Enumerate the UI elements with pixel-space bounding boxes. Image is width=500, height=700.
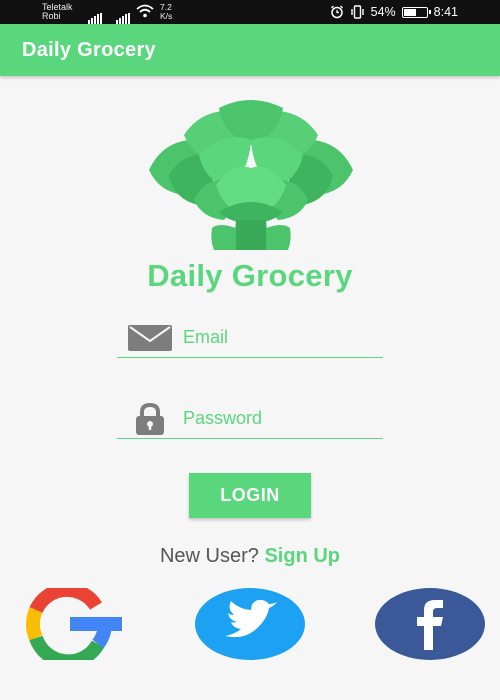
email-field[interactable]	[117, 316, 383, 358]
signal-icon	[88, 6, 103, 24]
signup-row: New User? Sign Up	[0, 545, 500, 568]
email-input[interactable]	[183, 322, 379, 352]
password-input[interactable]	[183, 403, 379, 433]
clock: 8:41	[433, 5, 458, 19]
envelope-icon	[127, 322, 173, 354]
app-bar: Daily Grocery	[0, 24, 500, 76]
google-icon[interactable]	[14, 588, 124, 660]
facebook-icon[interactable]	[375, 588, 485, 660]
vibrate-icon	[350, 5, 364, 19]
alarm-icon	[330, 5, 343, 19]
sign-up-link[interactable]: Sign Up	[264, 545, 340, 567]
artichoke-logo	[149, 100, 353, 250]
wifi-icon	[136, 4, 154, 18]
app-name-heading: Daily Grocery	[147, 258, 353, 293]
speed-unit: K/s	[160, 11, 173, 21]
twitter-icon[interactable]	[195, 588, 305, 660]
carrier-labels: Teletalk Robi	[42, 3, 73, 21]
battery-percent: 54%	[370, 5, 396, 19]
battery-icon	[401, 6, 431, 18]
signup-prompt: New User?	[159, 545, 259, 567]
status-bar: Teletalk Robi 7.2 K/s 54% 8:41	[0, 0, 500, 24]
login-button[interactable]: LOGIN	[189, 473, 311, 518]
app-bar-title: Daily Grocery	[22, 39, 156, 61]
carrier-2: Robi	[42, 11, 61, 21]
signal-icon	[116, 6, 131, 24]
password-field[interactable]	[117, 397, 383, 439]
lock-icon	[127, 403, 173, 435]
status-right-group: 54% 8:41	[330, 4, 458, 20]
network-speed: 7.2 K/s	[160, 3, 172, 21]
